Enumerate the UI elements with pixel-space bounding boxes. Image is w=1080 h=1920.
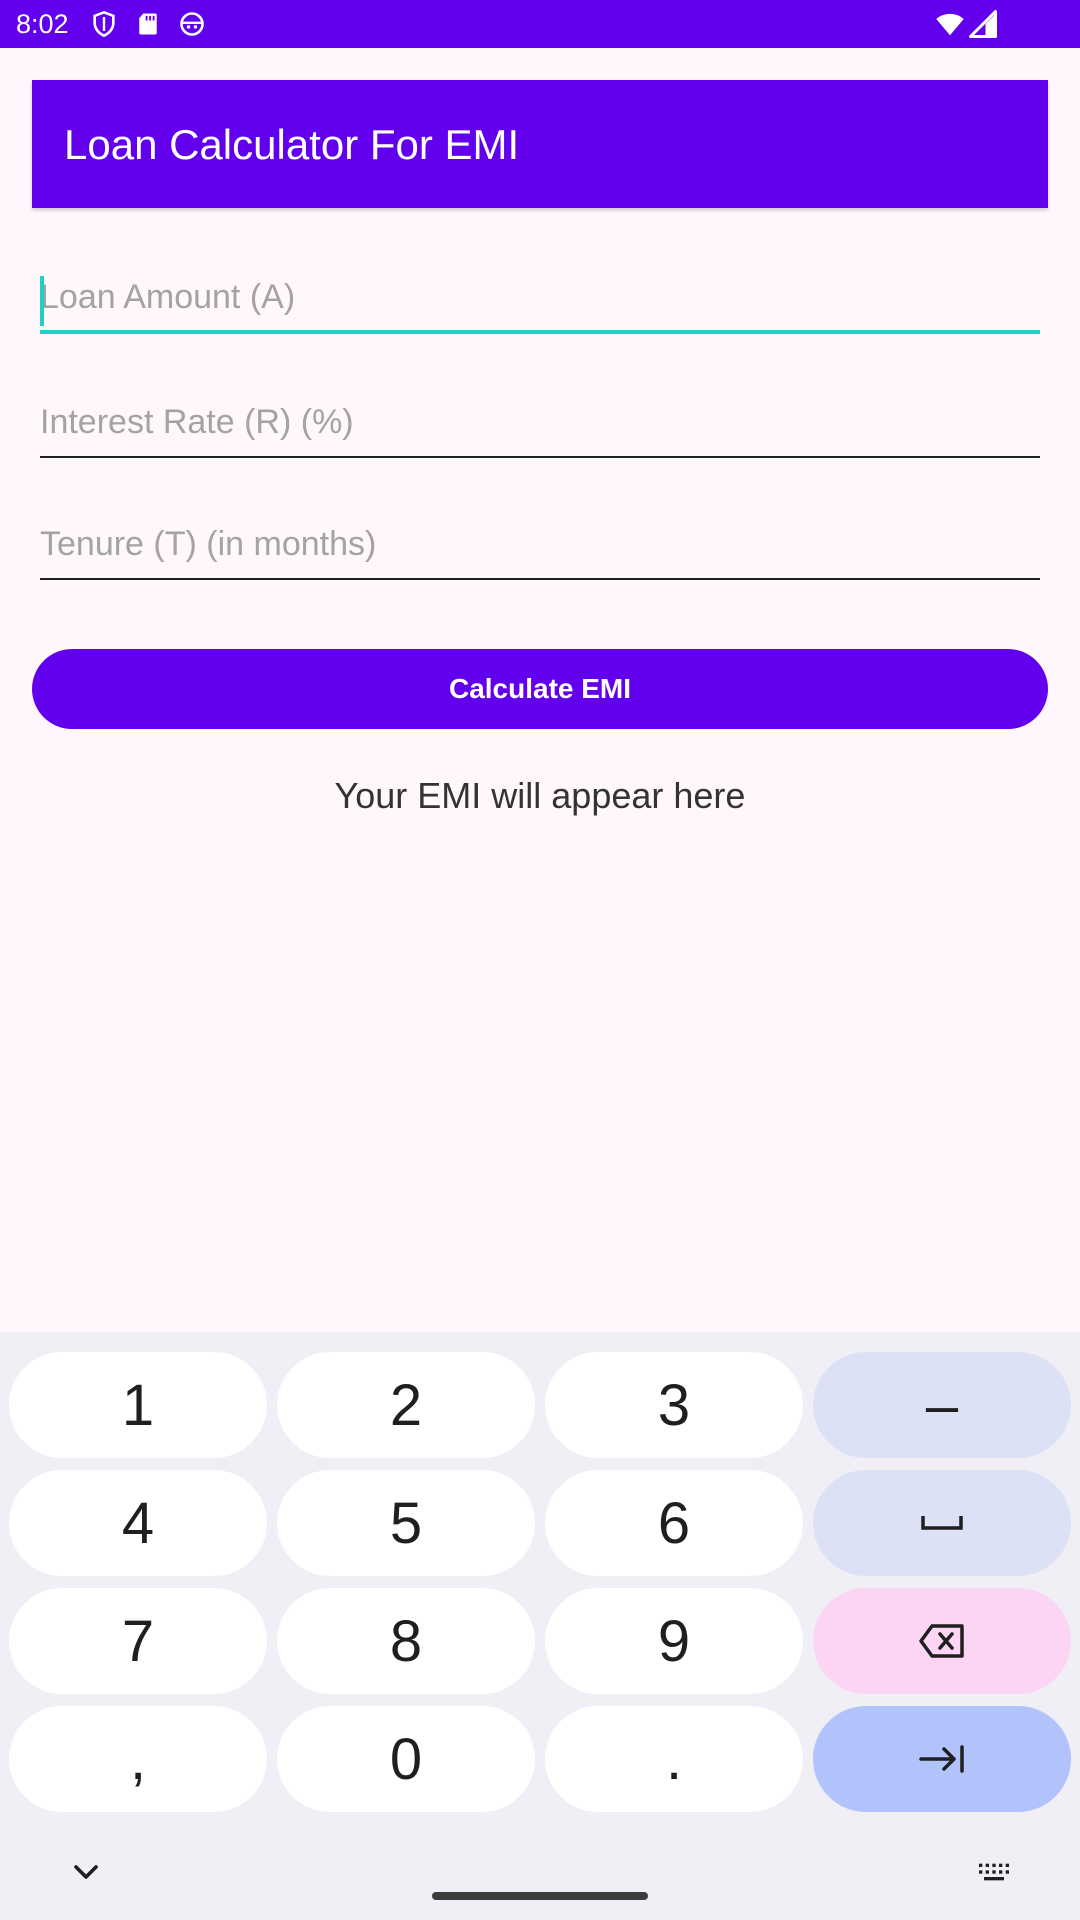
backspace-icon <box>919 1624 964 1658</box>
wifi-icon <box>936 13 964 36</box>
key-9[interactable]: 9 <box>545 1588 803 1694</box>
android-face-icon <box>180 12 204 36</box>
key-0[interactable]: 0 <box>277 1706 535 1812</box>
shield-icon <box>93 10 115 38</box>
app-bar: Loan Calculator For EMI <box>32 80 1048 208</box>
key-backspace[interactable] <box>813 1588 1071 1694</box>
numeric-keyboard: 1 2 3 – 4 5 6 7 8 9 , 0 . <box>0 1332 1080 1920</box>
key-minus[interactable]: – <box>813 1352 1071 1458</box>
text-cursor <box>40 276 44 326</box>
key-2[interactable]: 2 <box>277 1352 535 1458</box>
key-3[interactable]: 3 <box>545 1352 803 1458</box>
key-next[interactable] <box>813 1706 1071 1812</box>
key-6[interactable]: 6 <box>545 1470 803 1576</box>
keyboard-switch-icon[interactable] <box>974 1852 1014 1892</box>
interest-rate-input[interactable] <box>40 388 1040 458</box>
space-icon <box>921 1516 963 1530</box>
key-7[interactable]: 7 <box>9 1588 267 1694</box>
tenure-input[interactable] <box>40 510 1040 580</box>
tab-next-icon <box>919 1745 964 1773</box>
sd-card-icon <box>139 13 157 35</box>
calculate-emi-button[interactable]: Calculate EMI <box>32 649 1048 729</box>
emi-result-text: Your EMI will appear here <box>334 775 746 816</box>
collapse-keyboard-icon[interactable] <box>66 1852 106 1892</box>
key-8[interactable]: 8 <box>277 1588 535 1694</box>
loan-amount-input[interactable] <box>40 264 1040 334</box>
home-indicator[interactable] <box>432 1892 648 1900</box>
key-comma[interactable]: , <box>9 1706 267 1812</box>
key-period[interactable]: . <box>545 1706 803 1812</box>
key-1[interactable]: 1 <box>9 1352 267 1458</box>
key-space[interactable] <box>813 1470 1071 1576</box>
key-4[interactable]: 4 <box>9 1470 267 1576</box>
status-time: 8:02 <box>16 9 69 39</box>
status-bar: 8:02 <box>0 0 1080 48</box>
cell-signal-icon <box>969 10 997 38</box>
app-title: Loan Calculator For EMI <box>64 121 520 168</box>
key-5[interactable]: 5 <box>277 1470 535 1576</box>
